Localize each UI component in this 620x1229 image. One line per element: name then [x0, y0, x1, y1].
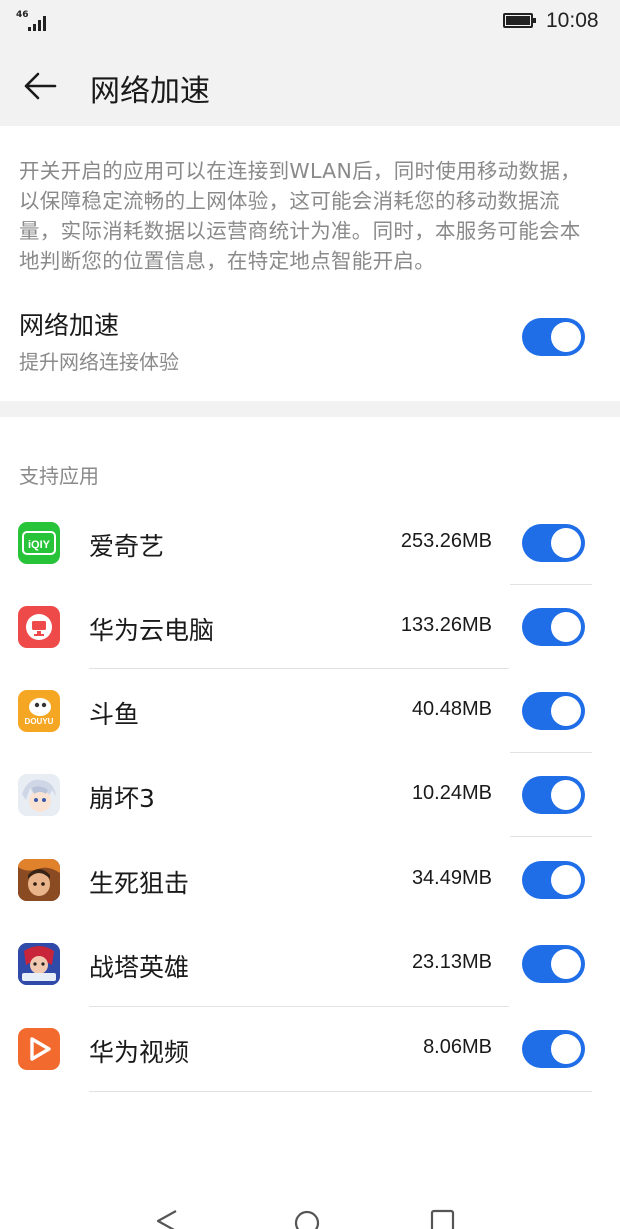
- app-row[interactable]: 生死狙击 34.49MB: [0, 838, 620, 922]
- nav-back-icon[interactable]: [154, 1209, 180, 1229]
- status-bar: 46 10:08: [0, 0, 620, 44]
- page-title: 网络加速: [90, 74, 210, 109]
- huawei-video-icon: [18, 1028, 60, 1070]
- master-setting-title: 网络加速: [19, 311, 120, 340]
- app-usage: 34.49MB: [411, 867, 492, 889]
- back-arrow-icon[interactable]: [22, 68, 58, 104]
- honkai3-icon: [18, 774, 60, 816]
- app-name: 华为视频: [89, 1038, 190, 1067]
- app-usage: 23.13MB: [411, 951, 492, 973]
- iqiyi-logo-text: iQIY: [28, 539, 51, 551]
- app-row[interactable]: 崩坏3 10.24MB: [0, 753, 620, 837]
- douyu-logo-text: DOUYU: [25, 717, 54, 726]
- app-row[interactable]: 华为视频 8.06MB: [0, 1007, 620, 1091]
- app-toggle-iqiyi[interactable]: [522, 524, 585, 562]
- network-acceleration-toggle[interactable]: [522, 318, 585, 356]
- network-type-label: 46: [16, 10, 29, 20]
- system-nav-bar: [0, 1195, 620, 1229]
- nav-home-icon[interactable]: [293, 1209, 321, 1229]
- nav-recents-icon[interactable]: [430, 1209, 456, 1229]
- app-toggle-douyu[interactable]: [522, 692, 585, 730]
- app-name: 华为云电脑: [89, 616, 215, 645]
- feature-description: 开关开启的应用可以在连接到WLAN后，同时使用移动数据，以保障稳定流畅的上网体验…: [19, 159, 581, 273]
- app-usage: 40.48MB: [411, 698, 492, 720]
- app-toggle-huawei-cloud-pc[interactable]: [522, 608, 585, 646]
- section-separator: [0, 401, 620, 417]
- app-toggle-zhan-ta-ying-xiong[interactable]: [522, 945, 585, 983]
- app-name: 战塔英雄: [89, 953, 190, 982]
- huawei-cloud-pc-icon: [18, 606, 60, 648]
- app-name: 生死狙击: [89, 869, 190, 898]
- app-name: 爱奇艺: [89, 532, 165, 561]
- app-name: 崩坏3: [89, 784, 155, 813]
- sheng-si-ju-ji-icon: [18, 859, 60, 901]
- app-usage: 133.26MB: [400, 614, 492, 636]
- signal-icon: 46: [16, 10, 50, 32]
- app-row[interactable]: 战塔英雄 23.13MB: [0, 922, 620, 1006]
- app-name: 斗鱼: [89, 700, 140, 729]
- status-time: 10:08: [546, 9, 599, 32]
- app-row[interactable]: 华为云电脑 133.26MB: [0, 585, 620, 669]
- top-area: 46 10:08 网络加速: [0, 0, 620, 126]
- douyu-icon: DOUYU: [18, 690, 60, 732]
- zhan-ta-ying-xiong-icon: [18, 943, 60, 985]
- app-toggle-huawei-video[interactable]: [522, 1030, 585, 1068]
- iqiyi-icon: iQIY: [18, 522, 60, 564]
- app-usage: 253.26MB: [400, 530, 492, 552]
- master-setting-subtitle: 提升网络连接体验: [19, 350, 179, 374]
- app-toggle-honkai3[interactable]: [522, 776, 585, 814]
- app-row[interactable]: iQIY 爱奇艺 253.26MB: [0, 501, 620, 585]
- app-bar: 网络加速: [0, 44, 620, 126]
- app-row[interactable]: DOUYU 斗鱼 40.48MB: [0, 669, 620, 753]
- section-header: 支持应用: [19, 464, 99, 488]
- battery-icon: [503, 13, 536, 28]
- row-divider: [510, 836, 592, 837]
- row-divider: [89, 1091, 592, 1092]
- app-usage: 10.24MB: [411, 782, 492, 804]
- app-toggle-sheng-si-ju-ji[interactable]: [522, 861, 585, 899]
- app-usage: 8.06MB: [423, 1036, 492, 1058]
